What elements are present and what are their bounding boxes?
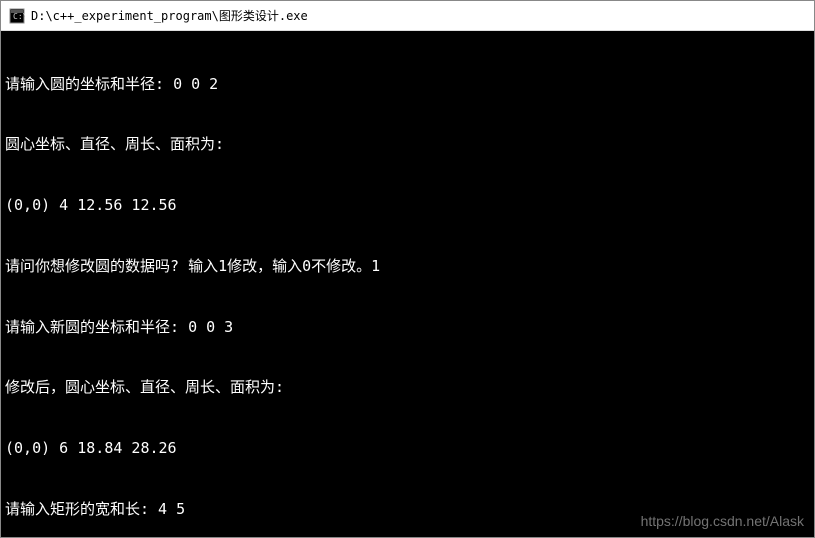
console-output[interactable]: 请输入圆的坐标和半径: 0 0 2 圆心坐标、直径、周长、面积为: (0,0) … [1, 31, 814, 537]
console-line: (0,0) 4 12.56 12.56 [5, 195, 810, 215]
watermark: https://blog.csdn.net/Alask [641, 512, 804, 531]
svg-text:C:\: C:\ [13, 12, 25, 21]
title-bar[interactable]: C:\ D:\c++_experiment_program\图形类设计.exe [1, 1, 814, 31]
console-line: 请输入新圆的坐标和半径: 0 0 3 [5, 317, 810, 337]
console-line: 请输入圆的坐标和半径: 0 0 2 [5, 74, 810, 94]
console-line: 修改后，圆心坐标、直径、周长、面积为: [5, 377, 810, 397]
window-title: D:\c++_experiment_program\图形类设计.exe [31, 7, 308, 24]
console-window: C:\ D:\c++_experiment_program\图形类设计.exe … [0, 0, 815, 538]
console-line: 请问你想修改圆的数据吗? 输入1修改，输入0不修改。1 [5, 256, 810, 276]
app-icon: C:\ [9, 8, 25, 24]
console-line: (0,0) 6 18.84 28.26 [5, 438, 810, 458]
console-line: 圆心坐标、直径、周长、面积为: [5, 134, 810, 154]
